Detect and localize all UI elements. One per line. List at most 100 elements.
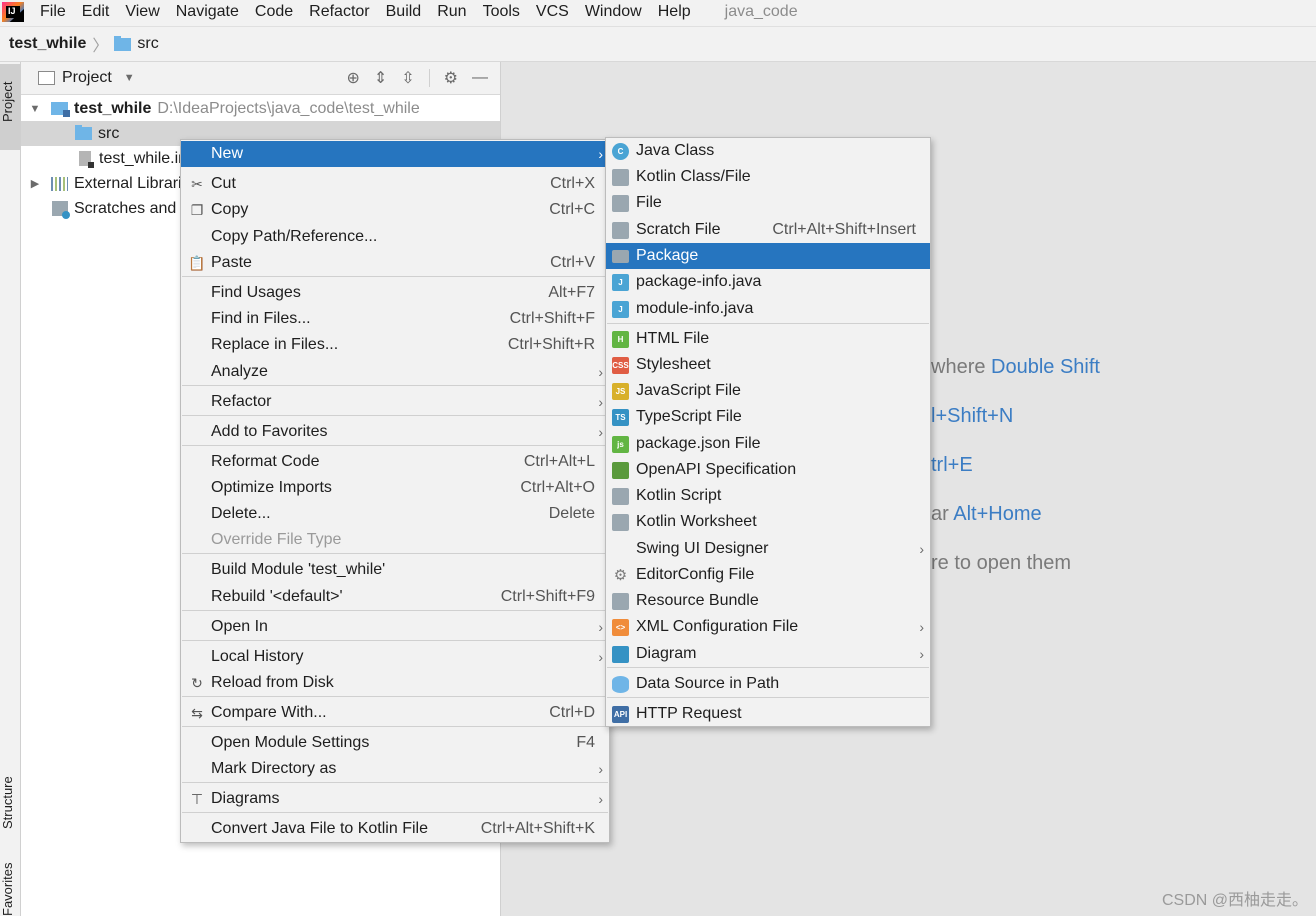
menu-help[interactable]: Help (658, 3, 691, 21)
breadcrumb-src[interactable]: src (137, 35, 158, 53)
gear-icon[interactable]: ⚙ (444, 68, 458, 88)
new-item-label: Kotlin Class/File (636, 168, 751, 185)
java-class-icon: C (612, 142, 629, 160)
new-item-openapi-specification[interactable]: OpenAPI Specification (606, 457, 930, 483)
chevron-right-icon[interactable]: ▶ (29, 177, 41, 190)
menu-item-label: Open Module Settings (211, 734, 370, 751)
collapse-all-icon[interactable]: ⇳ (401, 68, 414, 88)
openapi-icon (612, 461, 629, 479)
menu-refactor[interactable]: Refactor (309, 3, 369, 21)
new-item-shortcut: Ctrl+Alt+Shift+Insert (772, 221, 916, 238)
menu-item-find-usages[interactable]: Find Usages Alt+F7 (181, 280, 609, 306)
tool-tab-structure[interactable]: Structure (0, 762, 21, 844)
folder-icon (114, 35, 132, 51)
scratches-icon (52, 201, 70, 219)
new-item-label: Diagram (636, 645, 697, 662)
menu-item-open-module-settings[interactable]: Open Module Settings F4 (181, 730, 609, 756)
menu-item-paste[interactable]: 📋 Paste Ctrl+V (181, 250, 609, 276)
menu-item-cut[interactable]: ✂ Cut Ctrl+X (181, 171, 609, 197)
menu-edit[interactable]: Edit (82, 3, 110, 21)
expand-all-icon[interactable]: ⇕ (374, 68, 387, 88)
menu-navigate[interactable]: Navigate (176, 3, 239, 21)
menu-file[interactable]: File (40, 3, 66, 21)
new-item-module-info-java[interactable]: Jmodule-info.java (606, 296, 930, 322)
breadcrumb: test_while 〉 src (0, 26, 1316, 62)
menu-build[interactable]: Build (386, 3, 422, 21)
new-item-kotlin-worksheet[interactable]: Kotlin Worksheet (606, 509, 930, 535)
locate-icon[interactable]: ⊕ (346, 68, 359, 88)
hint-goto-file: l+Shift+N (931, 405, 1014, 427)
new-item-swing-ui-designer[interactable]: Swing UI Designer › (606, 536, 930, 562)
diagram-icon: ⊤ (190, 790, 204, 807)
menu-item-optimize-imports[interactable]: Optimize Imports Ctrl+Alt+O (181, 475, 609, 501)
menu-view[interactable]: View (125, 3, 159, 21)
hide-icon[interactable]: — (472, 69, 488, 87)
menu-item-label: Paste (211, 254, 252, 271)
new-item-label: File (636, 194, 662, 211)
breadcrumb-project[interactable]: test_while (9, 35, 86, 53)
menu-item-compare-with[interactable]: ⇆ Compare With... Ctrl+D (181, 700, 609, 726)
chevron-down-icon[interactable]: ▼ (29, 103, 41, 115)
new-item-label: HTML File (636, 330, 710, 347)
menu-item-reformat-code[interactable]: Reformat Code Ctrl+Alt+L (181, 449, 609, 475)
menu-item-rebuild-default[interactable]: Rebuild '<default>' Ctrl+Shift+F9 (181, 584, 609, 610)
menu-item-open-in[interactable]: Open In › (181, 614, 609, 640)
new-item-editorconfig-file[interactable]: ⚙ EditorConfig File (606, 562, 930, 588)
menu-item-label: Cut (211, 175, 236, 192)
module-info-icon: J (612, 300, 629, 318)
menu-tools[interactable]: Tools (483, 3, 520, 21)
menu-item-new[interactable]: New › (181, 141, 609, 167)
new-item-scratch-file[interactable]: Scratch File Ctrl+Alt+Shift+Insert (606, 217, 930, 243)
new-item-typescript-file[interactable]: TS TypeScript File (606, 404, 930, 430)
menu-item-convert-java-file-to-kotlin-file[interactable]: Convert Java File to Kotlin File Ctrl+Alt… (181, 816, 609, 842)
menu-item-refactor[interactable]: Refactor › (181, 389, 609, 415)
menu-item-add-to-favorites[interactable]: Add to Favorites › (181, 419, 609, 445)
menu-item-find-in-files[interactable]: Find in Files... Ctrl+Shift+F (181, 306, 609, 332)
menu-item-diagrams[interactable]: ⊤ Diagrams › (181, 786, 609, 812)
new-item-java-class[interactable]: C Java Class (606, 138, 930, 164)
new-item-diagram[interactable]: Diagram › (606, 641, 930, 667)
menu-item-copy[interactable]: ❐ Copy Ctrl+C (181, 197, 609, 223)
menu-vcs[interactable]: VCS (536, 3, 569, 21)
menu-item-shortcut: Ctrl+Shift+F9 (500, 588, 595, 605)
menu-item-copy-path-reference[interactable]: Copy Path/Reference... (181, 224, 609, 250)
new-item-package-info-java[interactable]: Jpackage-info.java (606, 269, 930, 295)
new-item-label: Java Class (636, 142, 715, 159)
project-view-selector[interactable]: Project (62, 69, 112, 87)
menu-item-delete[interactable]: Delete... Delete (181, 501, 609, 527)
new-item-label: HTTP Request (636, 705, 742, 722)
new-item-xml-configuration-file[interactable]: <> XML Configuration File › (606, 614, 930, 640)
hint-navigation-bar: ar Alt+Home (931, 503, 1042, 525)
menu-item-reload-from-disk[interactable]: ↻ Reload from Disk (181, 670, 609, 696)
new-item-file[interactable]: File (606, 190, 930, 216)
menu-separator (182, 553, 608, 554)
new-item-package-json-file[interactable]: js package.json File (606, 431, 930, 457)
menu-item-analyze[interactable]: Analyze › (181, 359, 609, 385)
new-item-resource-bundle[interactable]: Resource Bundle (606, 588, 930, 614)
menu-run[interactable]: Run (437, 3, 466, 21)
menu-item-replace-in-files[interactable]: Replace in Files... Ctrl+Shift+R (181, 332, 609, 358)
new-item-html-file[interactable]: H HTML File (606, 326, 930, 352)
menu-item-mark-directory-as[interactable]: Mark Directory as › (181, 756, 609, 782)
tool-tab-favorites[interactable]: Favorites (0, 863, 21, 916)
new-item-data-source-in-path[interactable]: Data Source in Path (606, 671, 930, 697)
new-item-kotlin-script[interactable]: Kotlin Script (606, 483, 930, 509)
new-item-package[interactable]: Package (606, 243, 930, 269)
tree-node-iml[interactable]: test_while.iml (79, 146, 195, 171)
menu-item-local-history[interactable]: Local History › (181, 644, 609, 670)
menu-item-build-module-test-while[interactable]: Build Module 'test_while' (181, 557, 609, 583)
chevron-down-icon[interactable]: ▼ (124, 72, 135, 84)
tree-root-path: D:\IdeaProjects\java_code\test_while (157, 99, 420, 117)
tool-tab-project[interactable]: Project (0, 64, 21, 150)
new-item-javascript-file[interactable]: JS JavaScript File (606, 378, 930, 404)
menu-separator (182, 782, 608, 783)
tree-node-root[interactable]: ▼ test_while D:\IdeaProjects\java_code\t… (29, 96, 420, 121)
tree-node-external-libraries[interactable]: ▶ External Libraries (29, 171, 199, 196)
new-item-label: OpenAPI Specification (636, 461, 797, 478)
new-item-kotlin-class-file[interactable]: Kotlin Class/File (606, 164, 930, 190)
new-item-label: package.json File (636, 435, 761, 452)
menu-window[interactable]: Window (585, 3, 642, 21)
menu-code[interactable]: Code (255, 3, 293, 21)
new-item-stylesheet[interactable]: CSS Stylesheet (606, 352, 930, 378)
new-item-http-request[interactable]: API HTTP Request (606, 701, 930, 727)
